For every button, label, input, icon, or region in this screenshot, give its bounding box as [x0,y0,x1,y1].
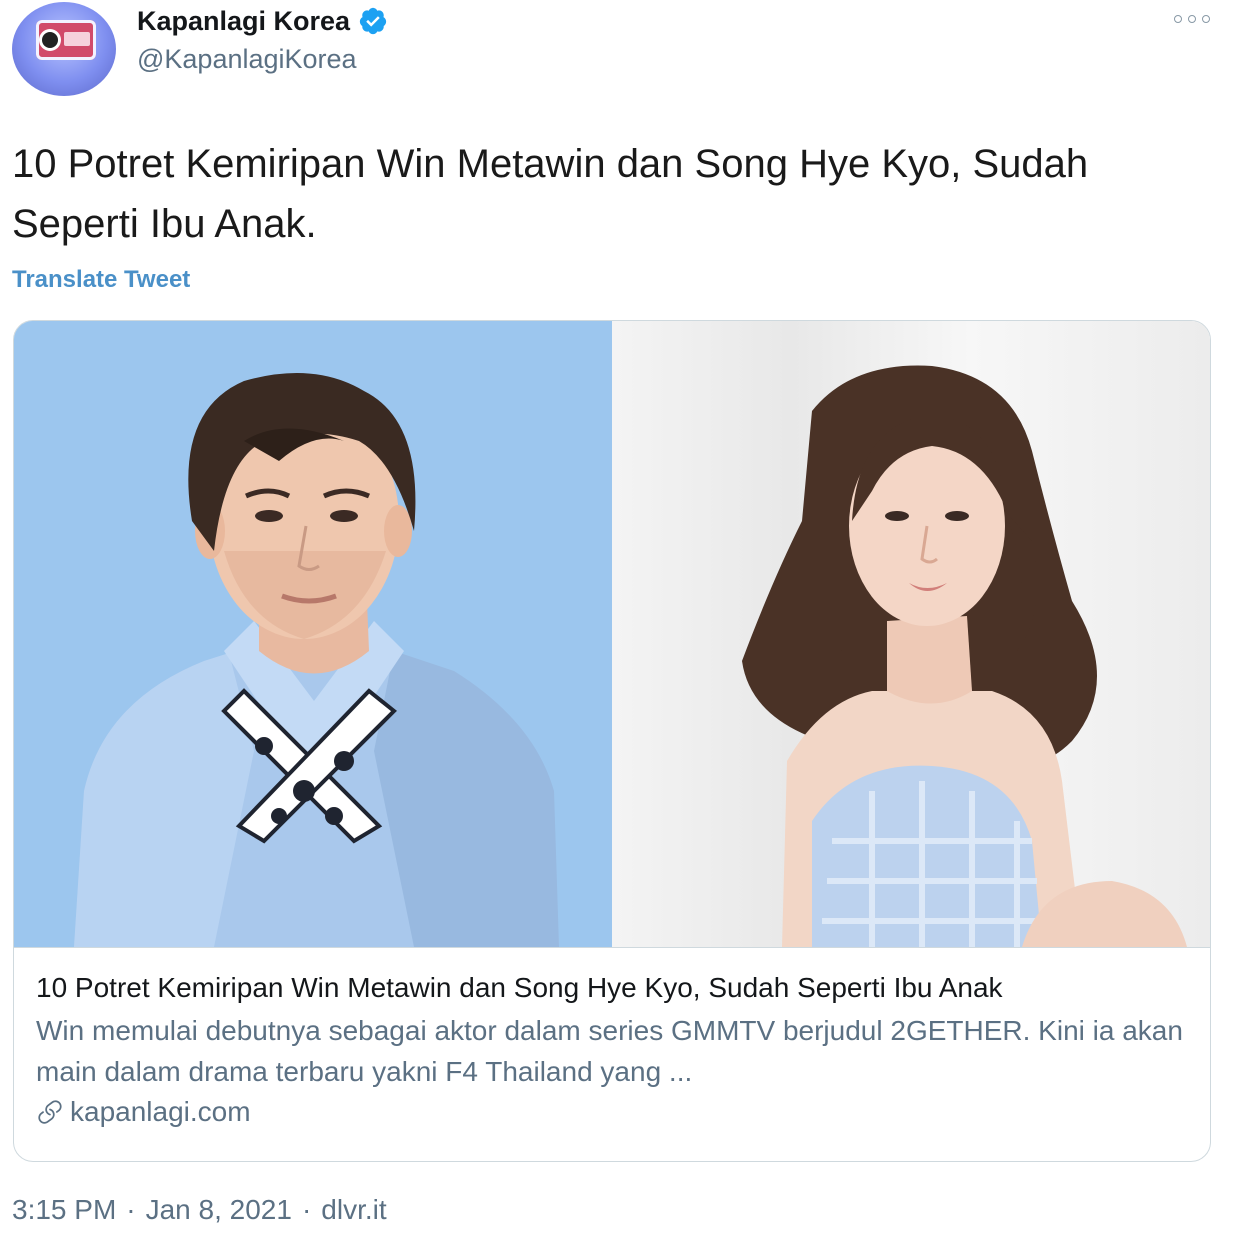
tweet-time[interactable]: 3:15 PM [12,1194,116,1226]
tweet-date[interactable]: Jan 8, 2021 [146,1194,292,1226]
author-display-name[interactable]: Kapanlagi Korea [137,6,350,37]
more-options-icon[interactable] [1174,12,1210,26]
card-domain-text: kapanlagi.com [70,1096,251,1127]
more-dot [1188,15,1196,23]
more-dot [1174,15,1182,23]
card-domain[interactable]: kapanlagi.com [36,1092,1188,1132]
card-photo-right [612,321,1210,947]
woman-portrait-illustration [612,321,1210,947]
card-image[interactable] [14,321,1210,947]
card-title[interactable]: 10 Potret Kemiripan Win Metawin dan Song… [36,968,1188,1008]
link-preview-card[interactable]: 10 Potret Kemiripan Win Metawin dan Song… [13,320,1211,1162]
camera-plate-icon [64,32,90,46]
camera-lens-icon [42,32,58,48]
separator: · [301,1194,312,1225]
card-meta: 10 Potret Kemiripan Win Metawin dan Song… [14,947,1210,1132]
tweet: Kapanlagi Korea @KapanlagiKorea 10 Potre… [0,0,1242,1246]
author-name-row: Kapanlagi Korea [137,4,388,38]
link-icon [38,1100,62,1124]
card-photo-left [14,321,612,947]
tweet-text: 10 Potret Kemiripan Win Metawin dan Song… [12,142,1089,246]
translate-tweet-link[interactable]: Translate Tweet [12,266,190,294]
tweet-footer: 3:15 PM · Jan 8, 2021 · dlvr.it [12,1194,387,1226]
author-handle[interactable]: @KapanlagiKorea [137,44,357,75]
tweet-source[interactable]: dlvr.it [321,1194,386,1226]
verified-badge-icon [359,7,387,35]
more-dot [1202,15,1210,23]
card-description: Win memulai debutnya sebagai aktor dalam… [36,1015,1183,1087]
separator: · [126,1194,136,1225]
avatar[interactable] [12,2,116,96]
man-portrait-illustration [14,321,612,947]
